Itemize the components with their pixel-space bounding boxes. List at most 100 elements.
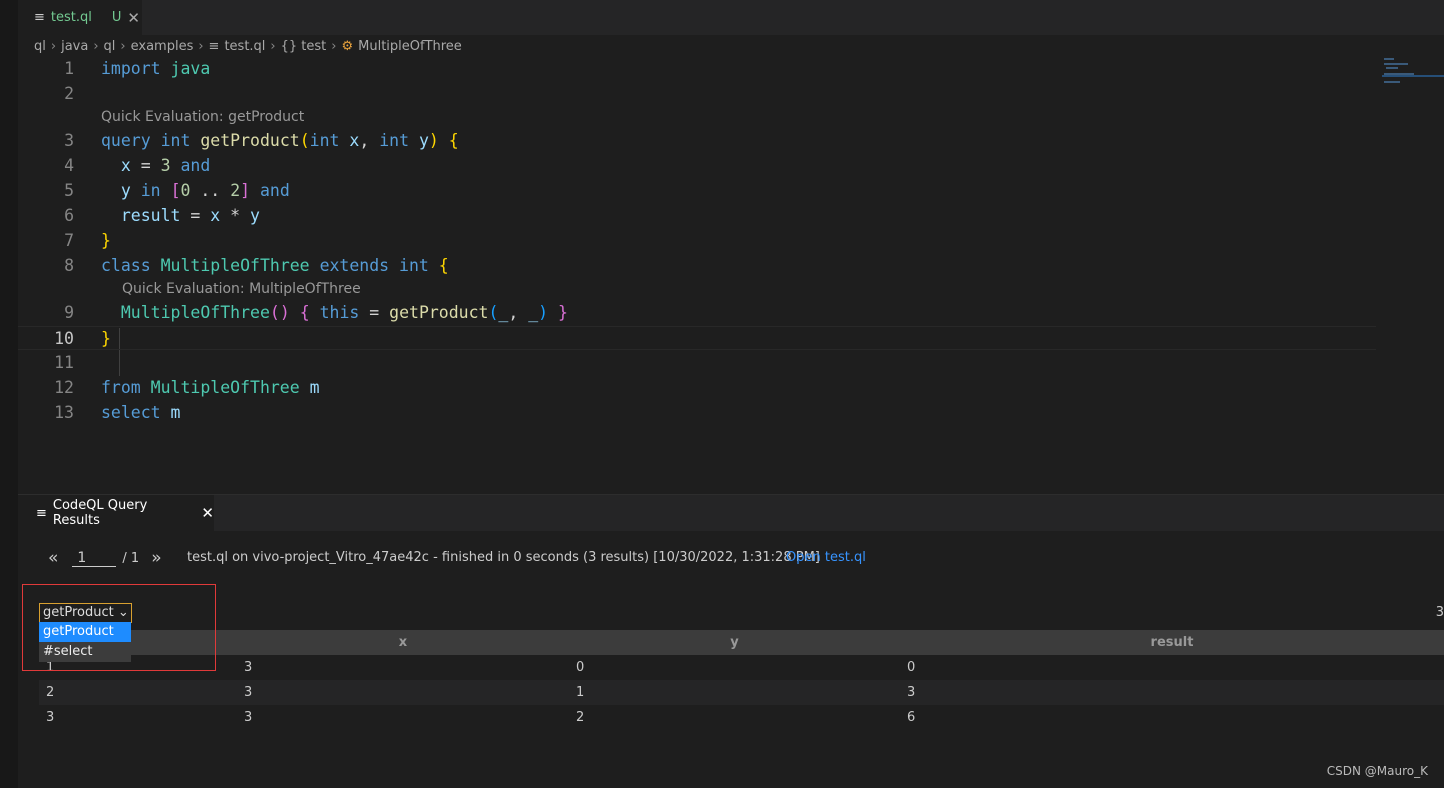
code-token: import	[101, 59, 171, 78]
code-token: m	[170, 403, 181, 422]
code-line[interactable]: 12 from MultipleOfThree m	[18, 376, 1376, 400]
panel-tab-bar	[18, 495, 1444, 531]
code-token: {	[438, 256, 449, 275]
code-line[interactable]: 5 y in [0 .. 2] and	[18, 179, 1376, 203]
line-number: 13	[54, 403, 74, 422]
breadcrumb-item[interactable]: ql	[34, 39, 46, 54]
line-number: 10	[54, 329, 74, 348]
code-text: }	[101, 327, 111, 351]
code-token: }	[101, 231, 111, 250]
code-line[interactable]: 11	[18, 351, 1376, 375]
open-query-link[interactable]: Open test.ql	[786, 550, 866, 565]
file-lines-icon: ≡	[208, 38, 220, 54]
code-token: {	[299, 303, 310, 322]
breadcrumb-item[interactable]: {} test	[281, 39, 327, 54]
editor-tab-bar	[18, 0, 1444, 35]
code-line[interactable]: 3 query int getProduct(int x, int y) {	[18, 129, 1376, 153]
next-page-button[interactable]: »	[151, 548, 161, 568]
breadcrumb-item[interactable]: java	[61, 39, 88, 54]
code-line[interactable]: 7}	[18, 229, 1376, 253]
code-token: y	[250, 206, 260, 225]
codelens-quick-eval-multipleofthree[interactable]: Quick Evaluation: MultipleOfThree	[122, 279, 361, 299]
code-token: result	[120, 206, 181, 225]
table-cell: 3	[237, 680, 569, 705]
code-token: }	[101, 329, 111, 348]
code-token: getProduct	[389, 303, 489, 322]
minimap[interactable]	[1382, 56, 1444, 86]
prev-page-button[interactable]: «	[48, 548, 58, 568]
table-cell: 6	[907, 710, 916, 725]
breadcrumb-item[interactable]: MultipleOfThree	[358, 39, 462, 54]
tab-label: test.ql	[50, 10, 92, 25]
code-token: int	[309, 131, 350, 150]
code-token: =	[130, 156, 161, 175]
column-header-x[interactable]: x	[237, 630, 569, 655]
code-token: MultipleOfThree	[120, 303, 270, 322]
breadcrumb-item[interactable]: examples	[131, 39, 194, 54]
watermark: CSDN @Mauro_K	[1326, 764, 1428, 778]
code-token: )	[428, 131, 439, 150]
code-text: select m	[101, 401, 180, 425]
code-line[interactable]: 8 class MultipleOfThree extends int {	[18, 254, 1376, 278]
tab-codeql-query-results[interactable]: ≡ CodeQL Query Results ✕	[18, 495, 214, 531]
code-token: ()	[269, 303, 290, 322]
code-token: and	[260, 181, 290, 200]
chevron-right-icon: ›	[50, 38, 57, 54]
breadcrumb-item[interactable]: ql	[104, 39, 116, 54]
code-token: (	[299, 131, 310, 150]
code-line[interactable]: 1 import java	[18, 57, 1376, 81]
chevron-right-icon: ›	[331, 38, 337, 54]
code-line[interactable]: 4 x = 3 and	[18, 154, 1376, 178]
code-token: java	[170, 59, 211, 78]
column-header-y[interactable]: y	[569, 630, 900, 655]
code-token: 2	[230, 181, 241, 200]
chevron-right-icon: ›	[198, 38, 204, 54]
line-number: 3	[64, 131, 74, 150]
code-token: from	[101, 378, 151, 397]
breadcrumb-item[interactable]: test.ql	[224, 39, 265, 54]
code-text: MultipleOfThree() { this = getProduct(_,…	[101, 301, 568, 325]
code-line[interactable]: 13 select m	[18, 401, 1376, 425]
table-row[interactable]: 2313	[39, 680, 1444, 705]
code-line[interactable]: 6 result = x * y	[18, 204, 1376, 228]
code-token: 3	[160, 156, 171, 175]
codelens-quick-eval-getproduct[interactable]: Quick Evaluation: getProduct	[101, 107, 304, 127]
line-number: 9	[64, 303, 74, 322]
code-token: MultipleOfThree	[150, 378, 310, 397]
close-icon[interactable]: ✕	[127, 9, 140, 27]
code-token: ..	[190, 181, 231, 200]
code-token: y	[120, 181, 131, 200]
code-text: result = x * y	[101, 204, 260, 228]
code-token: class	[101, 256, 161, 275]
code-token: query	[101, 131, 161, 150]
tab-label: CodeQL Query Results	[52, 498, 148, 528]
table-cell: 2	[39, 680, 237, 705]
code-token: _	[498, 303, 509, 322]
code-line[interactable]: 9 MultipleOfThree() { this = getProduct(…	[18, 301, 1376, 325]
close-icon[interactable]: ✕	[201, 504, 214, 522]
code-token: int	[399, 256, 439, 275]
code-text: from MultipleOfThree m	[101, 376, 320, 400]
column-header-result[interactable]: result	[900, 630, 1444, 655]
table-row[interactable]: 1300	[39, 655, 1444, 680]
code-token: m	[309, 378, 320, 397]
code-token: MultipleOfThree	[160, 256, 320, 275]
code-line[interactable]: 2	[18, 82, 1376, 106]
highlight-annotation	[22, 584, 216, 671]
line-number: 4	[64, 156, 74, 175]
table-row[interactable]: 3 3 2 6	[39, 705, 1444, 730]
page-input[interactable]	[72, 549, 117, 567]
code-line[interactable]: 10}	[18, 326, 1376, 350]
code-token: [	[170, 181, 181, 200]
line-number: 1	[64, 59, 74, 78]
code-text: class MultipleOfThree extends int {	[101, 254, 449, 278]
tab-test-ql[interactable]: ≡ test.ql U ✕	[18, 0, 142, 35]
code-token: in	[140, 181, 161, 200]
code-editor[interactable]: Quick Evaluation: getProduct Quick Evalu…	[18, 57, 1378, 493]
